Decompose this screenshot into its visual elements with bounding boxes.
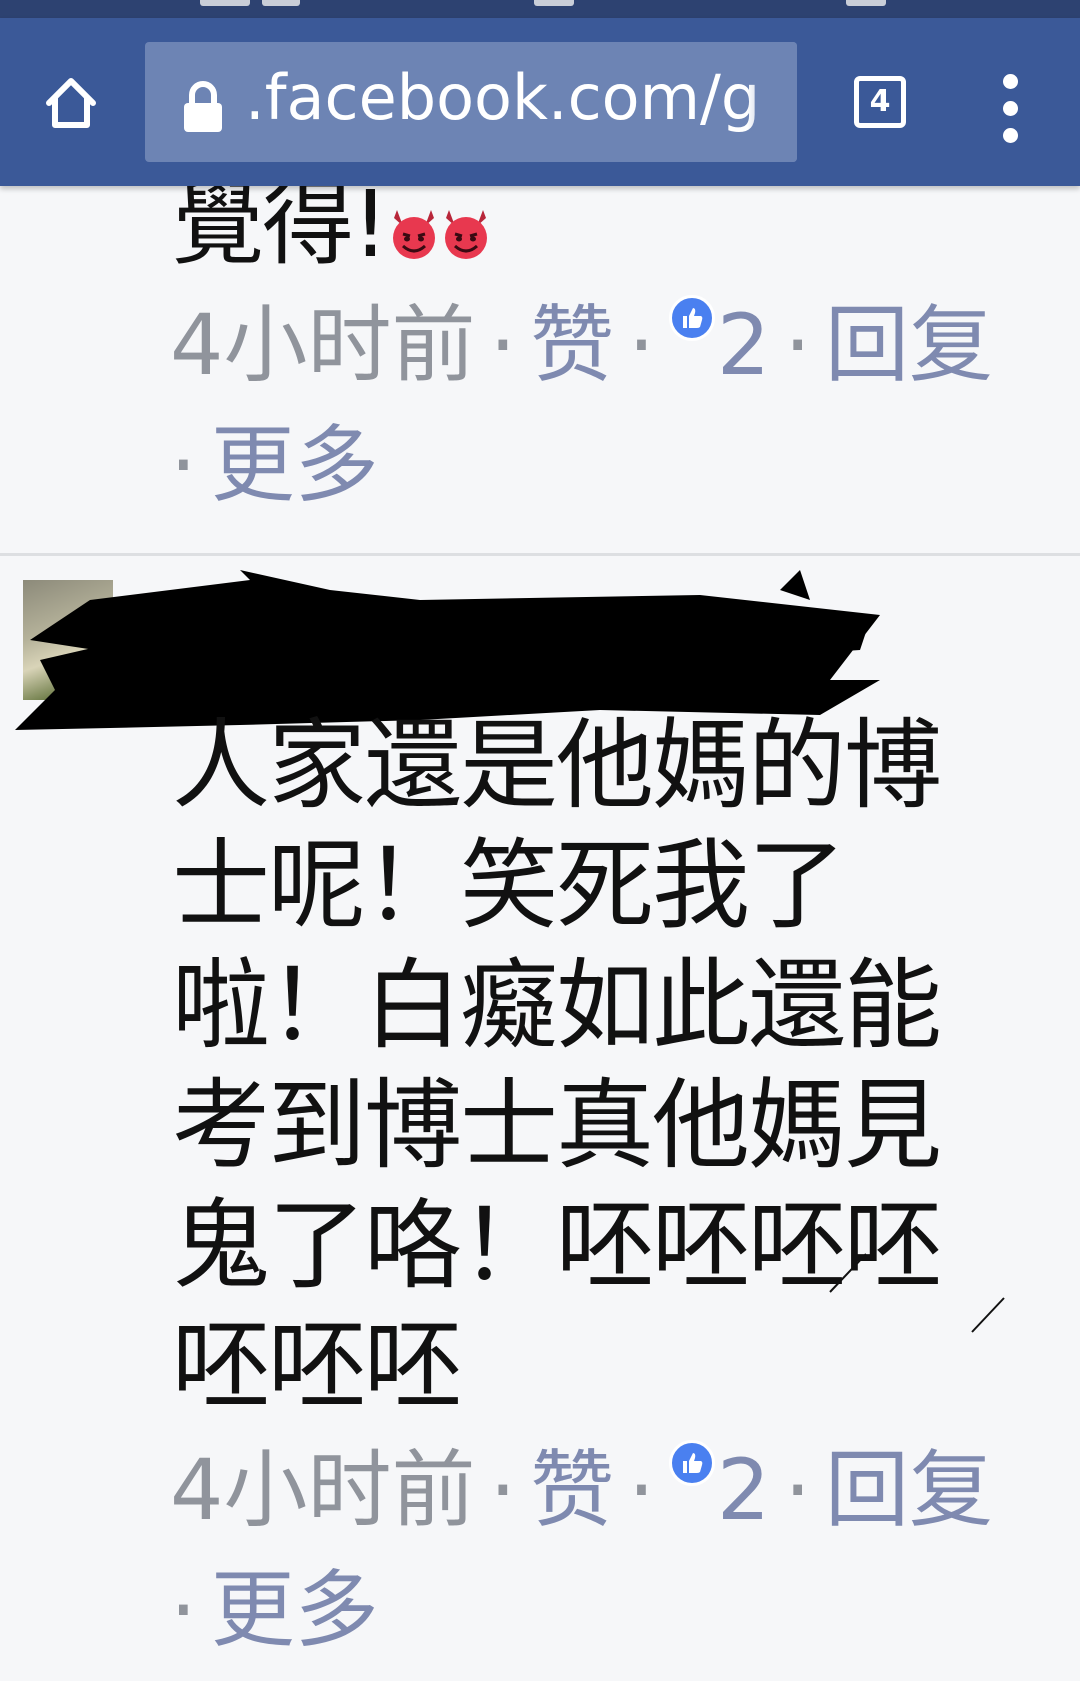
- like-link[interactable]: 赞: [530, 1441, 614, 1539]
- facebook-mobile-comments-page: .facebook.com/g 4 覺得! 4小时前 · 赞 · 2 · 回复 …: [0, 0, 1080, 1681]
- comment-text-tail: 覺得!: [172, 171, 389, 278]
- stray-stroke: [829, 1253, 867, 1293]
- stray-stroke: [971, 1297, 1005, 1333]
- browser-toolbar: .facebook.com/g 4: [0, 18, 1080, 186]
- comment-time[interactable]: 4小时前: [170, 296, 475, 394]
- more-link[interactable]: 更多: [211, 416, 379, 514]
- like-reaction-icon[interactable]: [668, 295, 715, 341]
- like-count[interactable]: 2: [717, 1441, 770, 1539]
- comment-actions-main: 4小时前 · 赞 · 2 · 回复 · 更多: [170, 1440, 994, 1659]
- overflow-menu-button[interactable]: [990, 74, 1030, 144]
- comment-body-main: 人家還是他媽的博 士呢！笑死我了 啦！白癡如此還能 考到博士真他媽見 鬼了咯！呸…: [172, 706, 972, 1426]
- lock-icon: [184, 81, 222, 132]
- comment-line: 啦！白癡如此還能: [172, 949, 942, 1063]
- home-icon: [46, 78, 96, 128]
- comment-line: 士呢！笑死我了: [172, 829, 846, 943]
- comment-time[interactable]: 4小时前: [170, 1441, 475, 1539]
- comment-line: 呸呸呸: [172, 1309, 462, 1423]
- comment-line: 人家還是他媽的博: [172, 709, 942, 823]
- reply-link[interactable]: 回复: [825, 1441, 993, 1539]
- url-bar[interactable]: .facebook.com/g: [145, 42, 797, 162]
- status-bar: [0, 0, 1080, 18]
- like-link[interactable]: 赞: [530, 296, 614, 394]
- tab-count: 4: [869, 84, 891, 119]
- like-reaction-icon[interactable]: [668, 1440, 715, 1486]
- smiling-imp-icon: [392, 210, 435, 259]
- comment-line: 考到博士真他媽見: [172, 1069, 942, 1183]
- url-text: .facebook.com/g: [245, 61, 761, 134]
- comment-divider: [0, 553, 1080, 556]
- reply-link[interactable]: 回复: [825, 296, 993, 394]
- home-button[interactable]: [36, 68, 106, 138]
- comment-body-top: 覺得!: [172, 175, 972, 275]
- smiling-imp-icon: [444, 210, 487, 259]
- more-link[interactable]: 更多: [211, 1561, 379, 1659]
- like-count[interactable]: 2: [717, 296, 770, 394]
- comment-actions-top: 4小时前 · 赞 · 2 · 回复 · 更多: [170, 295, 994, 514]
- tab-switcher-button[interactable]: 4: [854, 76, 906, 128]
